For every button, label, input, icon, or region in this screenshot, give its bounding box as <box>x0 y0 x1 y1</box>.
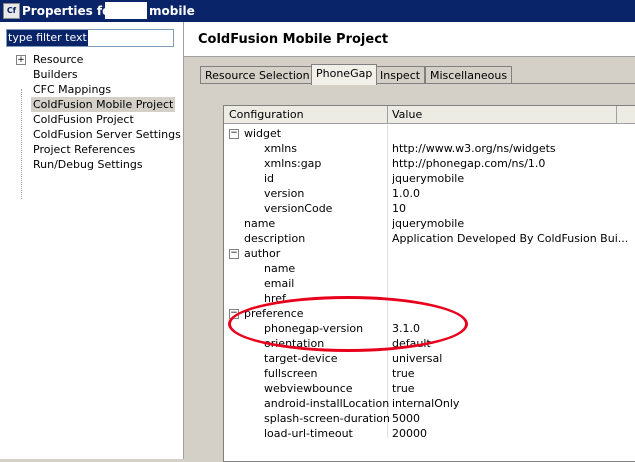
row-key: id <box>264 172 275 185</box>
row-value[interactable]: http://phonegap.com/ns/1.0 <box>392 156 632 171</box>
column-header-value[interactable]: Value <box>392 108 422 121</box>
row-key: splash-screen-duration <box>264 412 391 425</box>
row-key: load-url-timeout <box>264 427 353 440</box>
row-key: android-installLocation <box>264 397 390 410</box>
table-row[interactable]: id jquerymobile <box>224 171 635 186</box>
sidebar-item-label: ColdFusion Project <box>33 113 134 126</box>
table-row[interactable]: email <box>224 276 635 291</box>
page-header: ColdFusion Mobile Project <box>184 22 635 57</box>
collapse-icon[interactable]: − <box>229 309 239 319</box>
row-key: name <box>264 262 296 275</box>
redacted-project-name <box>105 2 147 19</box>
sidebar-item-label: Run/Debug Settings <box>33 158 143 171</box>
table-header: Configuration Value <box>224 106 635 124</box>
table-row[interactable]: xmlns http://www.w3.org/ns/widgets <box>224 141 635 156</box>
sidebar: type filter text + Resource Builders CFC… <box>0 22 184 459</box>
table-row[interactable]: phonegap-version 3.1.0 <box>224 321 635 336</box>
collapse-icon[interactable]: − <box>229 249 239 259</box>
row-key: preference <box>244 307 304 320</box>
sidebar-item-label: ColdFusion Mobile Project <box>31 97 176 112</box>
sidebar-item-label: CFC Mappings <box>33 83 112 96</box>
table-row[interactable]: − preference <box>224 306 635 321</box>
table-row[interactable]: name jquerymobile <box>224 216 635 231</box>
row-key: xmlns:gap <box>264 157 322 170</box>
sidebar-item-run-debug-settings[interactable]: Run/Debug Settings <box>0 157 183 172</box>
table-row[interactable]: load-url-timeout 20000 <box>224 426 635 441</box>
row-value[interactable]: universal <box>392 351 632 366</box>
column-header-configuration[interactable]: Configuration <box>229 108 304 121</box>
row-key: versionCode <box>264 202 333 215</box>
table-row[interactable]: − widget <box>224 126 635 141</box>
table-row[interactable]: webviewbounce true <box>224 381 635 396</box>
tab-inspect[interactable]: Inspect <box>375 66 426 84</box>
filter-input[interactable]: type filter text <box>6 29 174 47</box>
table-row[interactable]: version 1.0.0 <box>224 186 635 201</box>
sidebar-item-builders[interactable]: Builders <box>0 67 183 82</box>
tab-miscellaneous[interactable]: Miscellaneous <box>425 66 513 84</box>
sidebar-item-coldfusion-project[interactable]: ColdFusion Project <box>0 112 183 127</box>
sidebar-item-project-references[interactable]: Project References <box>0 142 183 157</box>
row-value[interactable]: jquerymobile <box>392 216 632 231</box>
row-key: webviewbounce <box>264 382 353 395</box>
window-title-bar: Cf Properties for mobile <box>0 0 635 22</box>
row-value[interactable]: 5000 <box>392 411 632 426</box>
table-row[interactable]: fullscreen true <box>224 366 635 381</box>
row-key: orientation <box>264 337 325 350</box>
content-panel: ColdFusion Mobile Project Resource Selec… <box>184 22 635 462</box>
table-row[interactable]: splash-screen-duration 5000 <box>224 411 635 426</box>
row-key: widget <box>244 127 282 140</box>
window-title-suffix: mobile <box>149 4 195 18</box>
sidebar-item-coldfusion-server-settings[interactable]: ColdFusion Server Settings <box>0 127 183 142</box>
row-key: fullscreen <box>264 367 318 380</box>
row-key: name <box>244 217 276 230</box>
row-key: phonegap-version <box>264 322 364 335</box>
table-row[interactable]: xmlns:gap http://phonegap.com/ns/1.0 <box>224 156 635 171</box>
row-key: author <box>244 247 281 260</box>
row-value[interactable]: true <box>392 381 632 396</box>
configuration-table: Configuration Value − widget xmlns http://w… <box>223 105 635 462</box>
sidebar-item-label: Project References <box>33 143 136 156</box>
sidebar-item-label: ColdFusion Server Settings <box>33 128 181 141</box>
row-key: href <box>264 292 286 305</box>
column-divider[interactable] <box>616 106 617 123</box>
sidebar-item-resource[interactable]: + Resource <box>0 52 183 67</box>
sidebar-item-label: Resource <box>33 53 84 66</box>
expand-icon[interactable]: + <box>16 55 26 65</box>
row-key: email <box>264 277 295 290</box>
row-value[interactable]: jquerymobile <box>392 171 632 186</box>
row-value[interactable]: 1.0.0 <box>392 186 632 201</box>
row-value[interactable]: 20000 <box>392 426 632 441</box>
collapse-icon[interactable]: − <box>229 129 239 139</box>
table-row[interactable]: orientation default <box>224 336 635 351</box>
row-key: description <box>244 232 306 245</box>
table-row[interactable]: description Application Developed By Cold… <box>224 231 635 246</box>
page-title: ColdFusion Mobile Project <box>198 32 389 47</box>
row-key: xmlns <box>264 142 297 155</box>
tab-phonegap[interactable]: PhoneGap <box>311 64 378 85</box>
row-value[interactable]: http://www.w3.org/ns/widgets <box>392 141 632 156</box>
window-title-prefix: Properties for <box>22 4 117 18</box>
table-row[interactable]: versionCode 10 <box>224 201 635 216</box>
column-divider[interactable] <box>387 106 388 123</box>
table-row[interactable]: href <box>224 291 635 306</box>
filter-input-text: type filter text <box>7 30 88 46</box>
table-row[interactable]: − author <box>224 246 635 261</box>
table-row[interactable]: target-device universal <box>224 351 635 366</box>
row-key: target-device <box>264 352 338 365</box>
coldfusion-app-icon: Cf <box>3 3 20 19</box>
table-row[interactable]: name <box>224 261 635 276</box>
phonegap-tab-content: Configuration Value − widget xmlns http://w… <box>200 83 635 462</box>
tab-resource-selection[interactable]: Resource Selection <box>200 66 315 84</box>
row-value[interactable]: default <box>392 336 632 351</box>
row-key: version <box>264 187 305 200</box>
row-value[interactable]: 3.1.0 <box>392 321 632 336</box>
row-value[interactable]: internalOnly <box>392 396 632 411</box>
sidebar-item-label: Builders <box>33 68 78 81</box>
row-value[interactable]: 10 <box>392 201 632 216</box>
row-value[interactable]: true <box>392 366 632 381</box>
sidebar-item-cfc-mappings[interactable]: CFC Mappings <box>0 82 183 97</box>
table-row[interactable]: android-installLocation internalOnly <box>224 396 635 411</box>
row-value[interactable]: Application Developed By ColdFusion Bui.… <box>392 231 632 246</box>
sidebar-item-coldfusion-mobile-project[interactable]: ColdFusion Mobile Project <box>0 97 183 112</box>
